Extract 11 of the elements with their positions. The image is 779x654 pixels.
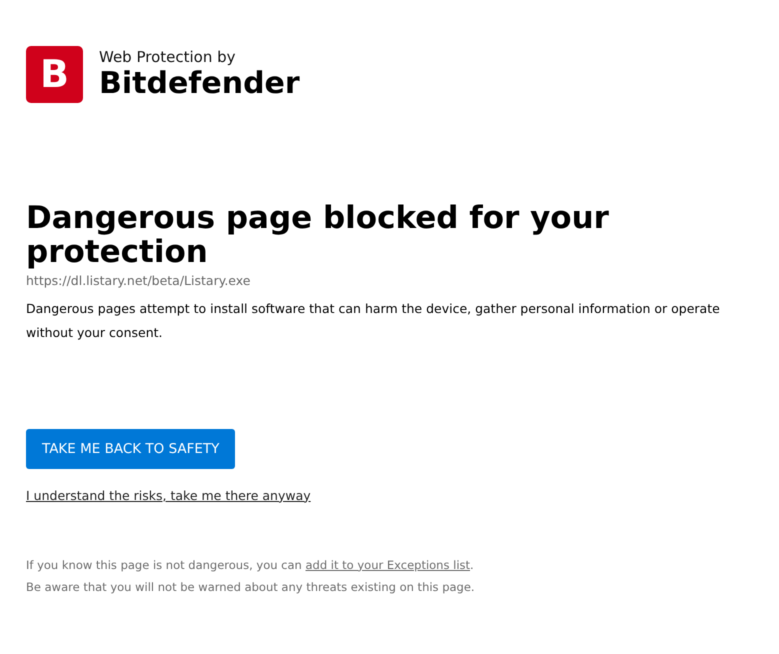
blocked-url: https://dl.listary.net/beta/Listary.exe [26, 272, 252, 290]
brand-name: Bitdefender [99, 66, 300, 102]
description-text: Dangerous pages attempt to install software that can harm the device, gather personal information or operate without your consent. [26, 300, 721, 342]
page-heading: Dangerous page blocked for your protection [26, 201, 610, 269]
tagline: Web Protection by [99, 48, 237, 66]
back-to-safety-button[interactable]: TAKE ME BACK TO SAFETY [26, 428, 236, 469]
exceptions-link[interactable]: add it to your Exceptions list [306, 558, 470, 572]
proceed-link[interactable]: I understand the risks, take me there anyway [26, 488, 311, 503]
warning-note: Be aware that you will not be warned about any threats existing on this page. [26, 578, 476, 596]
exceptions-note: If you know this page is not dangerous, you can add it to your Exceptions list. [26, 556, 475, 574]
logo-icon: B [26, 46, 83, 103]
